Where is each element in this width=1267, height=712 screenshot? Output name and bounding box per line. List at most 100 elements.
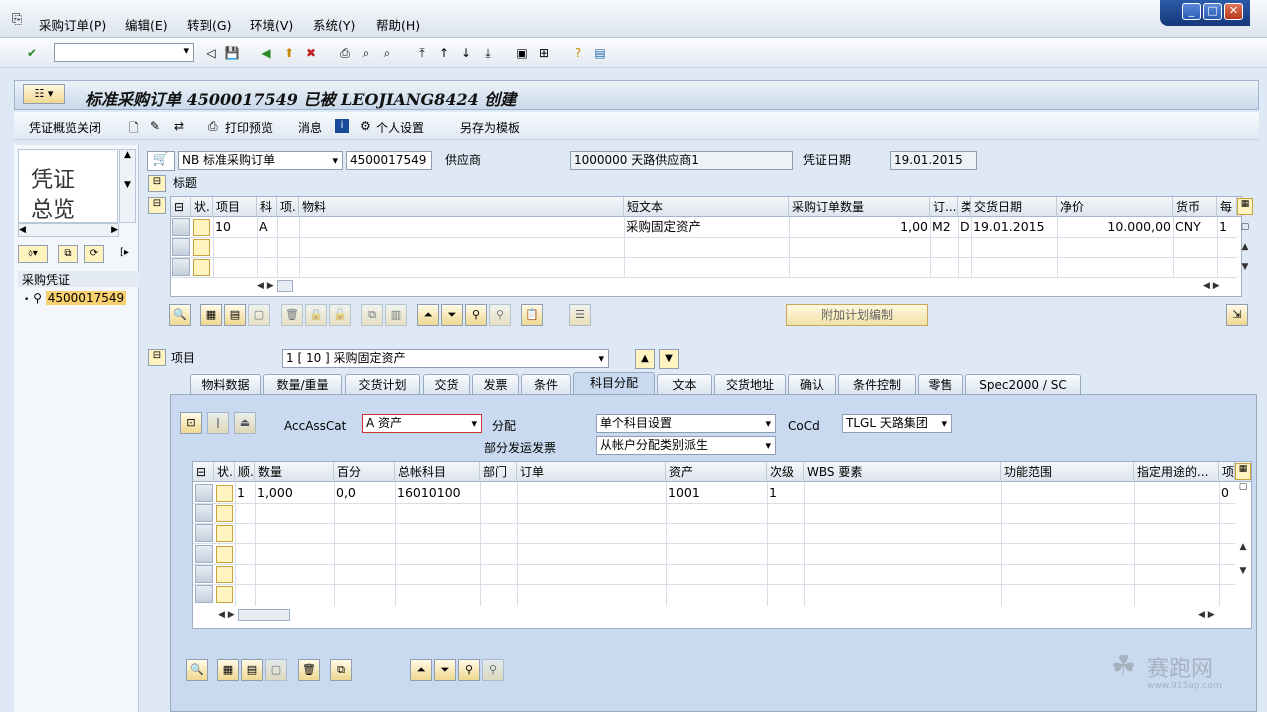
tab-confirmations[interactable]: 确认 xyxy=(788,374,836,394)
col-acct[interactable]: 科 xyxy=(257,197,277,217)
col-seq[interactable]: 顺. xyxy=(235,462,255,482)
copy-rows-icon[interactable]: ⧉ xyxy=(361,304,383,326)
col-po-qty[interactable]: 采购订单数量 xyxy=(789,197,930,217)
col-sub-number[interactable]: 次级 xyxy=(767,462,804,482)
additional-planning-button[interactable]: 附加计划编制 xyxy=(786,304,928,326)
col-cat[interactable]: 类 xyxy=(958,197,971,217)
row-selector[interactable] xyxy=(195,524,213,542)
status-cell[interactable] xyxy=(216,546,233,563)
overview-hscroll[interactable]: ◀ ▶ xyxy=(18,223,119,237)
messages-button[interactable]: 消息 xyxy=(298,119,322,136)
lock-icon[interactable]: 🔒 xyxy=(305,304,327,326)
header-menu-icon[interactable]: ☷ ▾ xyxy=(23,84,65,104)
column-config-icon[interactable]: ▦ xyxy=(1237,198,1253,215)
acct-remove-filter-icon[interactable]: ⚲ xyxy=(482,659,504,681)
cart-icon[interactable]: 🛒 xyxy=(147,151,175,171)
save-as-template-button[interactable]: 另存为模板 xyxy=(460,119,520,136)
col-itemcat[interactable]: 项. xyxy=(277,197,299,217)
status-cell[interactable] xyxy=(216,566,233,583)
acct-details-button-icon[interactable]: 🔍 xyxy=(186,659,208,681)
prev-page-icon[interactable]: ↑ xyxy=(436,45,452,61)
col-gl-account[interactable]: 总帐科目 xyxy=(395,462,480,482)
cell-item-short[interactable]: 0 xyxy=(1219,483,1235,503)
print-preview-button[interactable]: 打印预览 xyxy=(225,119,273,136)
sort-ascending-icon[interactable]: ⏶ xyxy=(417,304,439,326)
find-next-icon[interactable]: ⌕ xyxy=(379,45,395,61)
tab-material-data[interactable]: 物料数据 xyxy=(190,374,261,394)
col-short-text[interactable]: 短文本 xyxy=(624,197,789,217)
acct-column-config-icon[interactable]: ▦ xyxy=(1235,463,1251,480)
more-icon[interactable]: [▸ xyxy=(120,245,136,263)
menu-environment[interactable]: 环境(V) xyxy=(250,15,293,34)
item-collapse-icon[interactable]: ⊟ xyxy=(148,349,166,366)
info-icon[interactable]: i xyxy=(335,119,349,133)
shortcut-icon[interactable]: ⊞ xyxy=(536,45,552,61)
selection-variant-icon[interactable]: ⬨▾ xyxy=(18,245,48,263)
cell-acct[interactable]: A xyxy=(257,217,277,237)
other-doc-icon[interactable]: ⇄ xyxy=(174,119,184,133)
tab-retail[interactable]: 零售 xyxy=(918,374,963,394)
coco-dropdown[interactable]: TLGL 天路集团 xyxy=(842,414,952,433)
row-selector[interactable] xyxy=(195,585,213,603)
menu-goto[interactable]: 转到(G) xyxy=(187,15,231,34)
distribution-dropdown[interactable]: 单个科目设置 xyxy=(596,414,776,433)
acct-vscroll[interactable]: ▢ ▲ ▼ xyxy=(1235,482,1251,606)
menu-purchase-order[interactable]: 采购订单(P) xyxy=(39,15,106,34)
row-selector[interactable] xyxy=(195,504,213,522)
print-icon[interactable]: ⎙ xyxy=(337,45,353,61)
tab-condition-control[interactable]: 条件控制 xyxy=(838,374,916,394)
status-cell[interactable] xyxy=(216,485,233,502)
items-vscroll[interactable]: ▢ ▲ ▼ xyxy=(1237,217,1253,277)
personal-settings-button[interactable]: 个人设置 xyxy=(376,119,424,136)
acct-sort-asc-icon[interactable]: ⏶ xyxy=(410,659,432,681)
acct-filter-icon[interactable]: ⚲ xyxy=(458,659,480,681)
restore-button[interactable]: □ xyxy=(1203,3,1222,20)
close-button[interactable]: ✕ xyxy=(1224,3,1243,20)
row-selector[interactable] xyxy=(195,545,213,563)
back-triangle-icon[interactable]: ◁ xyxy=(203,45,219,61)
cell-item[interactable]: 10 xyxy=(213,217,257,237)
acct-delete-icon[interactable]: 🗑 xyxy=(298,659,320,681)
status-cell[interactable] xyxy=(193,239,210,256)
cell-qty[interactable]: 1,00 xyxy=(789,217,930,237)
col-per[interactable]: 每 xyxy=(1217,197,1237,217)
row-selector[interactable] xyxy=(172,218,190,236)
layout-icon[interactable]: ▤ xyxy=(592,45,608,61)
acct-multi-icon[interactable]: ⏏ xyxy=(234,412,256,434)
col-delivery-date[interactable]: 交货日期 xyxy=(971,197,1057,217)
tab-account-assignment[interactable]: 科目分配 xyxy=(573,372,655,394)
cell-asset[interactable]: 1001 xyxy=(666,483,767,503)
col-currency[interactable]: 货币 xyxy=(1173,197,1217,217)
items-collapse-icon[interactable]: ⊟ xyxy=(148,197,166,214)
col-order[interactable]: 订单 xyxy=(517,462,666,482)
cell-seq[interactable]: 1 xyxy=(235,483,255,503)
new-session-icon[interactable]: ▣ xyxy=(514,45,530,61)
partial-invoice-dropdown[interactable]: 从帐户分配类别派生 xyxy=(596,436,776,455)
col-acct-status[interactable]: 状. xyxy=(214,462,235,482)
tab-conditions[interactable]: 条件 xyxy=(521,374,571,394)
acct-select-all-icon[interactable]: ⊟ xyxy=(193,462,214,482)
next-page-icon[interactable]: ↓ xyxy=(458,45,474,61)
acct-copy-icon[interactable]: ⧉ xyxy=(330,659,352,681)
first-page-icon[interactable]: ⤒ xyxy=(414,45,430,61)
prev-item-icon[interactable]: ▲ xyxy=(635,349,655,369)
col-percent[interactable]: 百分 xyxy=(334,462,395,482)
cell-gl-account[interactable]: 16010100 xyxy=(395,483,480,503)
col-net-price[interactable]: 净价 xyxy=(1057,197,1173,217)
status-cell[interactable] xyxy=(216,586,233,603)
acct-deselect-icon[interactable]: ▤ xyxy=(241,659,263,681)
col-item[interactable]: 项目 xyxy=(213,197,257,217)
col-quantity[interactable]: 数量 xyxy=(255,462,334,482)
col-asset[interactable]: 资产 xyxy=(666,462,767,482)
acct-single-icon[interactable]: ǀ xyxy=(207,412,229,434)
tab-delivery[interactable]: 交货 xyxy=(423,374,470,394)
tab-delivery-schedule[interactable]: 交货计划 xyxy=(345,374,420,394)
cell-currency[interactable]: CNY xyxy=(1173,217,1217,237)
enter-check-icon[interactable]: ✔ xyxy=(24,45,40,61)
list-icon[interactable]: ☰ xyxy=(569,304,591,326)
tab-invoice[interactable]: 发票 xyxy=(472,374,519,394)
col-earmarked[interactable]: 指定用途的... xyxy=(1134,462,1219,482)
next-item-icon[interactable]: ▼ xyxy=(659,349,679,369)
menu-icon[interactable]: ⎘ xyxy=(12,12,22,27)
select-all-icon[interactable]: ⊟ xyxy=(171,197,191,217)
